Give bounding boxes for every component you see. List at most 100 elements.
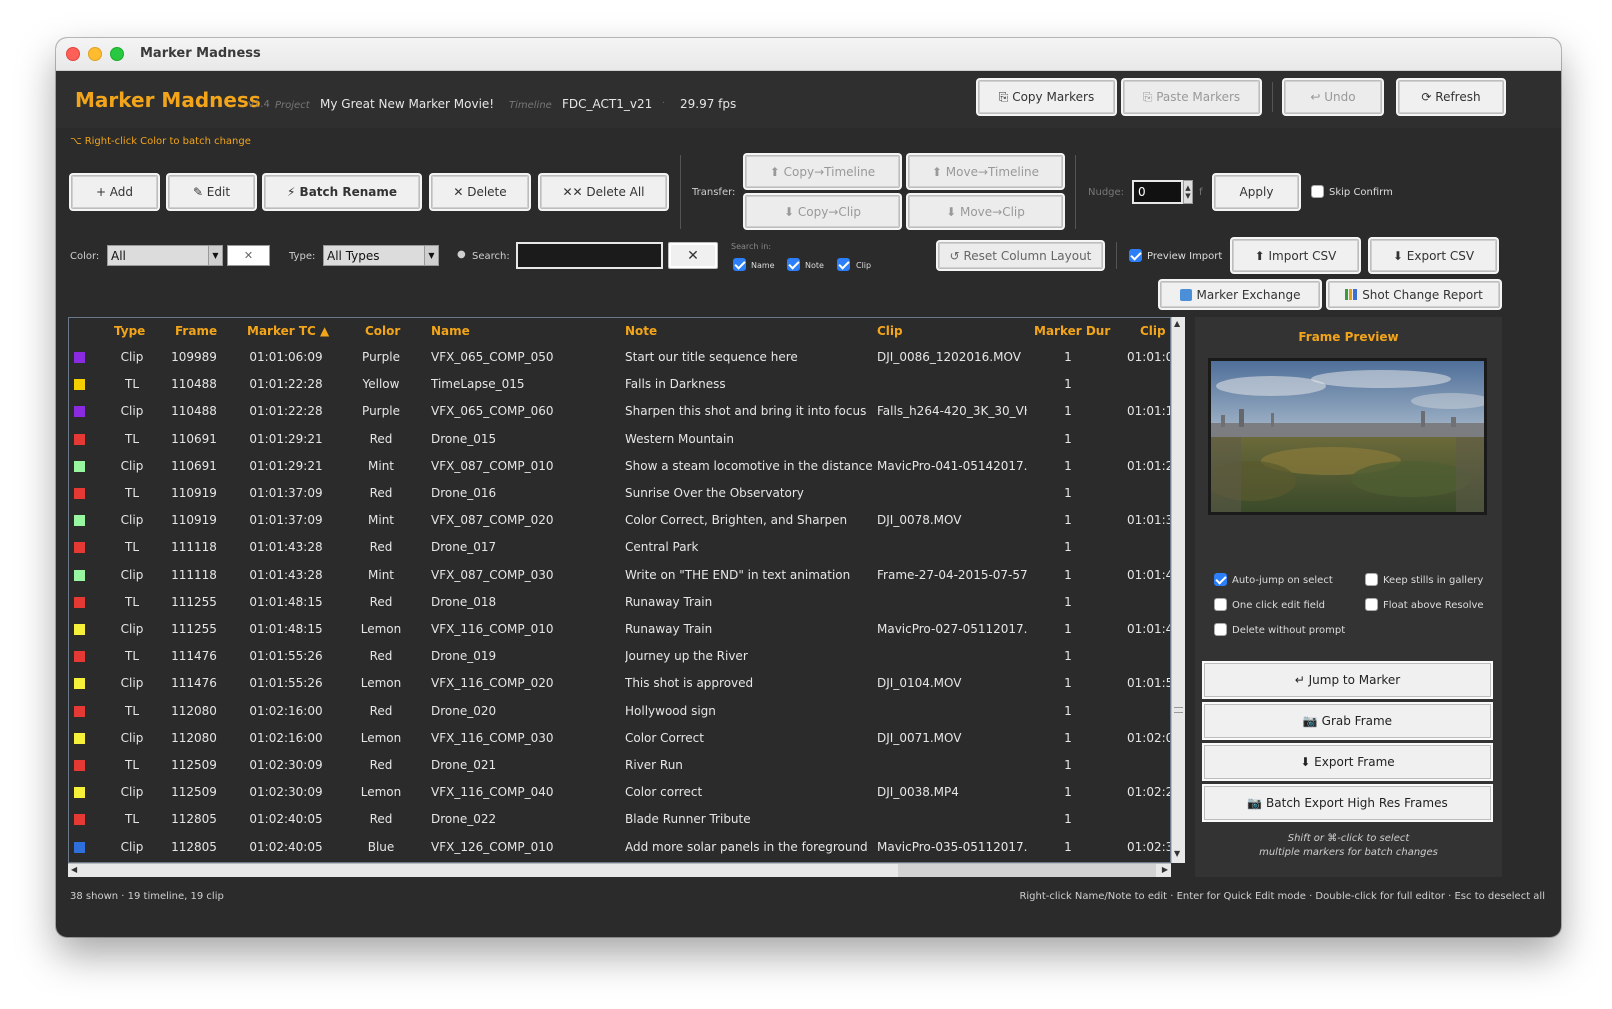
- table-row[interactable]: Clip 110488 01:01:22:28 Purple VFX_065_COMP_…: [69, 398, 1170, 425]
- scroll-thumb-grip[interactable]: [1174, 707, 1183, 713]
- table-row[interactable]: TL 110691 01:01:29:21 Red Drone_015 Western M…: [69, 426, 1170, 453]
- move-to-clip-button[interactable]: ⬇ Move→Clip: [908, 195, 1063, 228]
- color-swatch[interactable]: [74, 379, 85, 391]
- column-header[interactable]: Marker Dur: [1034, 324, 1110, 338]
- table-row[interactable]: Clip 111255 01:01:48:15 Lemon VFX_116_COMP_0…: [69, 616, 1170, 643]
- shot-change-report-button[interactable]: Shot Change Report: [1328, 281, 1500, 308]
- color-swatch[interactable]: [74, 624, 85, 635]
- color-swatch[interactable]: [74, 406, 85, 418]
- column-header[interactable]: Marker TC ▲: [247, 324, 329, 338]
- minimize-window-button[interactable]: [88, 47, 102, 61]
- auto-jump-checkbox[interactable]: [1214, 573, 1227, 586]
- color-swatch[interactable]: [74, 651, 85, 663]
- export-csv-button[interactable]: ⬇ Export CSV: [1370, 239, 1497, 272]
- search-name-checkbox[interactable]: [733, 258, 746, 271]
- color-swatch[interactable]: [74, 814, 85, 826]
- scroll-left-icon[interactable]: ◀: [71, 865, 77, 874]
- marker-exchange-button[interactable]: Marker Exchange: [1160, 281, 1320, 308]
- add-marker-button[interactable]: + Add: [71, 175, 158, 209]
- copy-to-timeline-button[interactable]: ⬆ Copy→Timeline: [745, 155, 900, 188]
- search-clip-checkbox[interactable]: [837, 258, 850, 271]
- table-row[interactable]: Clip 110691 01:01:29:21 Mint VFX_087_COMP_01…: [69, 453, 1170, 480]
- table-row[interactable]: TL 110488 01:01:22:28 Yellow TimeLapse_015 Fa…: [69, 371, 1170, 398]
- clear-color-filter-button[interactable]: ✕: [227, 245, 270, 266]
- color-swatch[interactable]: [74, 460, 85, 472]
- nudge-input[interactable]: 0: [1132, 180, 1183, 204]
- column-header[interactable]: Clip I: [1140, 324, 1170, 338]
- table-row[interactable]: Clip 109989 01:01:06:09 Purple VFX_065_COMP_…: [69, 344, 1170, 371]
- copy-to-clip-button[interactable]: ⬇ Copy→Clip: [745, 195, 900, 228]
- color-swatch[interactable]: [74, 596, 85, 608]
- apply-nudge-button[interactable]: Apply: [1214, 175, 1299, 209]
- column-header[interactable]: Type: [114, 324, 145, 338]
- preview-import-checkbox[interactable]: [1129, 249, 1142, 262]
- table-row[interactable]: Clip 110919 01:01:37:09 Mint VFX_087_COMP_02…: [69, 507, 1170, 534]
- color-swatch[interactable]: [74, 841, 85, 853]
- table-row[interactable]: Clip 111476 01:01:55:26 Lemon VFX_116_COMP_0…: [69, 670, 1170, 697]
- color-swatch[interactable]: [74, 352, 85, 363]
- column-header[interactable]: Clip: [877, 324, 903, 338]
- table-horizontal-scrollbar[interactable]: ◀ ▶: [68, 863, 1171, 877]
- nudge-stepper[interactable]: ▲ ▼: [1183, 180, 1193, 204]
- column-header[interactable]: Frame: [175, 324, 217, 338]
- scroll-up-icon[interactable]: ▲: [1174, 319, 1180, 328]
- color-filter-select[interactable]: All ▼: [107, 245, 223, 266]
- color-swatch[interactable]: [74, 705, 85, 717]
- table-row[interactable]: TL 110919 01:01:37:09 Red Drone_016 Sunrise O…: [69, 480, 1170, 507]
- table-row[interactable]: TL 111255 01:01:48:15 Red Drone_018 Runaway T…: [69, 589, 1170, 616]
- batch-rename-button[interactable]: ⚡ Batch Rename: [264, 175, 420, 209]
- table-row[interactable]: TL 112509 01:02:30:09 Red Drone_021 River Run…: [69, 752, 1170, 779]
- search-note-checkbox[interactable]: [787, 258, 800, 271]
- type-filter-select[interactable]: All Types ▼: [323, 245, 439, 266]
- grab-frame-button[interactable]: 📷 Grab Frame: [1204, 704, 1491, 738]
- float-above-checkbox[interactable]: [1365, 598, 1378, 611]
- skip-confirm-checkbox[interactable]: [1311, 185, 1324, 198]
- color-swatch[interactable]: [74, 787, 85, 799]
- zoom-window-button[interactable]: [110, 47, 124, 61]
- import-csv-button[interactable]: ⬆ Import CSV: [1232, 239, 1359, 272]
- cell-name: Drone_018: [431, 594, 497, 609]
- batch-export-frames-button[interactable]: 📷 Batch Export High Res Frames: [1204, 786, 1491, 820]
- color-swatch[interactable]: [74, 515, 85, 527]
- one-click-edit-checkbox[interactable]: [1214, 598, 1227, 611]
- paste-markers-button[interactable]: ⎘ Paste Markers: [1123, 80, 1260, 114]
- table-vertical-scrollbar[interactable]: ▲ ▼: [1171, 317, 1185, 863]
- color-swatch[interactable]: [74, 488, 85, 499]
- color-swatch[interactable]: [74, 678, 85, 690]
- scroll-track[interactable]: [898, 864, 1156, 877]
- table-row[interactable]: Clip 112080 01:02:16:00 Lemon VFX_116_COMP_0…: [69, 725, 1170, 752]
- search-input[interactable]: [516, 242, 663, 269]
- keep-stills-checkbox[interactable]: [1365, 573, 1378, 586]
- column-header[interactable]: Name: [431, 324, 470, 338]
- refresh-button[interactable]: ⟳ Refresh: [1398, 80, 1504, 114]
- table-row[interactable]: Clip 112805 01:02:40:05 Blue VFX_126_COMP_01…: [69, 834, 1170, 861]
- table-row[interactable]: Clip 112509 01:02:30:09 Lemon VFX_116_COMP_0…: [69, 779, 1170, 806]
- column-header[interactable]: Color: [365, 324, 400, 338]
- scroll-right-icon[interactable]: ▶: [1162, 865, 1168, 874]
- undo-button[interactable]: ↩ Undo: [1284, 80, 1382, 114]
- table-row[interactable]: TL 111476 01:01:55:26 Red Drone_019 Journey u…: [69, 643, 1170, 670]
- table-row[interactable]: TL 111118 01:01:43:28 Red Drone_017 Central P…: [69, 534, 1170, 561]
- color-swatch[interactable]: [74, 542, 85, 554]
- delete-all-button[interactable]: ✕✕ Delete All: [540, 175, 667, 209]
- table-row[interactable]: TL 112080 01:02:16:00 Red Drone_020 Hollywood…: [69, 698, 1170, 725]
- color-swatch[interactable]: [74, 732, 85, 744]
- move-to-timeline-button[interactable]: ⬆ Move→Timeline: [908, 155, 1063, 188]
- column-header[interactable]: Note: [625, 324, 657, 338]
- jump-to-marker-button[interactable]: ↵ Jump to Marker: [1204, 663, 1491, 697]
- close-window-button[interactable]: [66, 47, 80, 61]
- table-row[interactable]: Clip 111118 01:01:43:28 Mint VFX_087_COMP_03…: [69, 562, 1170, 589]
- color-swatch[interactable]: [74, 760, 85, 771]
- reset-column-layout-button[interactable]: ↺ Reset Column Layout: [938, 242, 1103, 269]
- table-row[interactable]: TL 112805 01:02:40:05 Red Drone_022 Blade Run…: [69, 806, 1170, 833]
- scroll-down-icon[interactable]: ▼: [1174, 849, 1180, 858]
- color-swatch[interactable]: [74, 569, 85, 581]
- copy-markers-button[interactable]: ⎘ Copy Markers: [978, 80, 1115, 114]
- delete-without-prompt-checkbox[interactable]: [1214, 623, 1227, 636]
- export-frame-button[interactable]: ⬇ Export Frame: [1204, 745, 1491, 779]
- color-swatch[interactable]: [74, 433, 85, 445]
- multi-select-hint: Shift or ⌘-click to select multiple mark…: [1195, 832, 1502, 860]
- clear-search-button[interactable]: ✕: [668, 242, 718, 269]
- delete-marker-button[interactable]: ✕ Delete: [431, 175, 529, 209]
- edit-marker-button[interactable]: ✎ Edit: [168, 175, 255, 209]
